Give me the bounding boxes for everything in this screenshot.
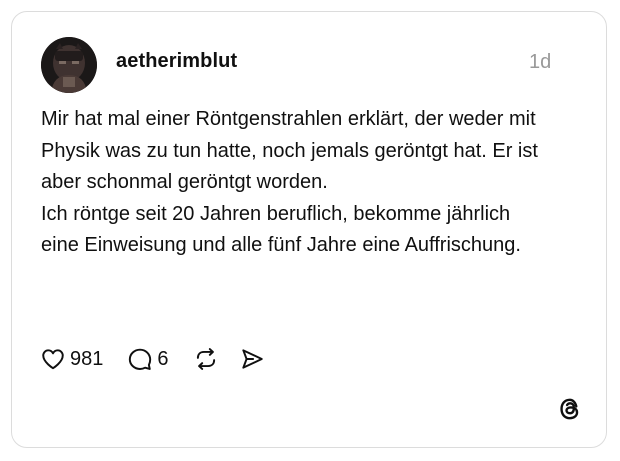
action-bar: 981 6: [40, 344, 285, 374]
timestamp: 1d: [529, 51, 552, 73]
avatar-image: [41, 37, 97, 93]
avatar[interactable]: [41, 37, 97, 93]
send-icon: [241, 349, 263, 369]
comment-icon: [129, 348, 152, 370]
like-button[interactable]: 981: [40, 346, 103, 372]
post-text: Mir hat mal einer Röntgenstrahlen erklär…: [41, 104, 541, 262]
heart-icon: [42, 349, 64, 370]
like-count: 981: [70, 347, 104, 370]
reply-count: 6: [157, 347, 169, 370]
repost-button[interactable]: [193, 346, 219, 372]
share-button[interactable]: [239, 346, 265, 372]
repost-icon: [196, 348, 215, 370]
reply-button[interactable]: 6: [127, 346, 169, 372]
threads-logo-icon: [557, 396, 583, 422]
post-paragraph: Mir hat mal einer Röntgenstrahlen erklär…: [41, 108, 538, 193]
username[interactable]: aetherimblut: [116, 50, 237, 73]
post-paragraph: Ich röntge seit 20 Jahren beruflich, bek…: [41, 202, 521, 257]
